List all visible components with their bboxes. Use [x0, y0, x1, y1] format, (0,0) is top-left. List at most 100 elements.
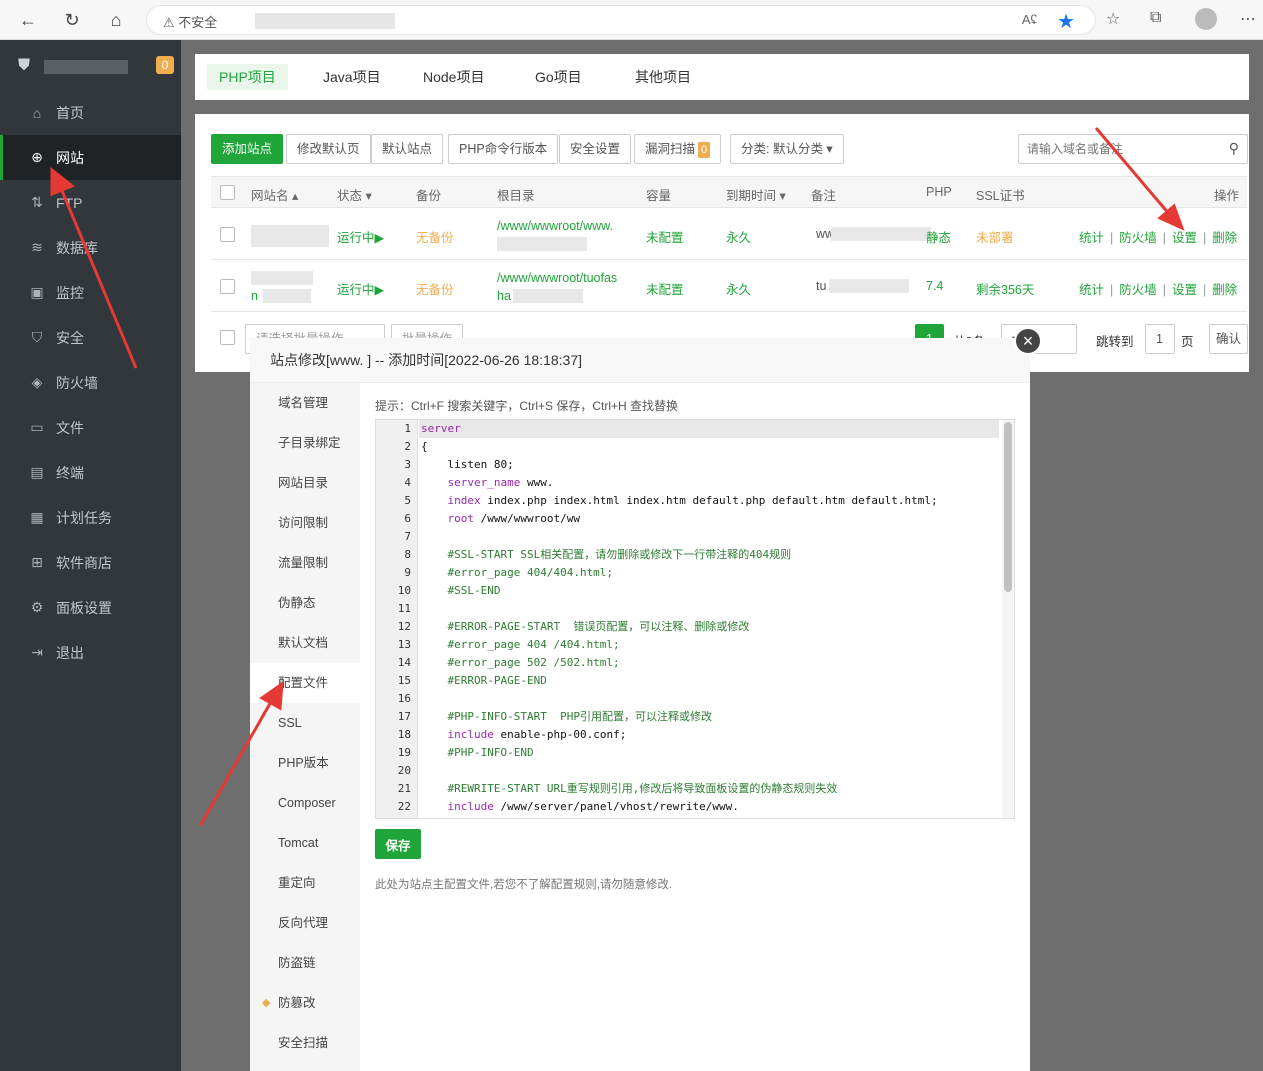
- category-select[interactable]: 分类: 默认分类 ▾: [730, 134, 844, 164]
- collections-icon[interactable]: ⧉: [1150, 9, 1161, 27]
- jump-confirm-button[interactable]: 确认: [1209, 324, 1249, 354]
- sidebar-item-4[interactable]: ▣ 监控: [0, 270, 181, 315]
- root-dir-link-line2[interactable]: ha: [497, 289, 511, 303]
- config-code-editor[interactable]: 1 2 3 4 5 6 7 8 9 10 11 12 13 14 15 16 17 18 19 20 21 22 serv…: [375, 419, 1015, 819]
- code-line[interactable]: server: [419, 420, 999, 438]
- dialog-menu-item-15[interactable]: ◆ 防篡改: [250, 983, 360, 1023]
- more-icon[interactable]: ⋯: [1240, 9, 1256, 29]
- code-line[interactable]: [419, 690, 999, 708]
- tab-other-project[interactable]: 其他项目: [635, 64, 691, 90]
- code-line[interactable]: #error_page 502 /502.html;: [419, 654, 999, 672]
- security-settings-button[interactable]: 安全设置: [559, 134, 632, 164]
- sidebar-item-3[interactable]: ≋ 数据库: [0, 225, 181, 270]
- code-line[interactable]: include enable-php-00.conf;: [419, 726, 999, 744]
- firewall-link[interactable]: 防火墙: [1119, 283, 1157, 297]
- tab-node-project[interactable]: Node项目: [423, 64, 484, 90]
- code-line[interactable]: root /www/wwwroot/ww: [419, 510, 999, 528]
- backup-status[interactable]: 无备份: [416, 227, 454, 246]
- sidebar-item-12[interactable]: ⇥ 退出: [0, 630, 181, 675]
- vuln-scan-button[interactable]: 漏洞扫描 0: [634, 134, 722, 164]
- add-site-button[interactable]: 添加站点: [211, 134, 284, 164]
- dialog-menu-item-3[interactable]: 访问限制: [250, 503, 360, 543]
- status-running[interactable]: 运行中▶: [337, 279, 384, 298]
- code-line[interactable]: #error_page 404 /404.html;: [419, 636, 999, 654]
- favorites-icon[interactable]: ☆: [1106, 9, 1120, 29]
- address-bar[interactable]: ⚠ 不安全 Aʢ ★: [146, 5, 1096, 35]
- read-aloud-icon[interactable]: Aʢ: [1022, 12, 1037, 27]
- default-site-button[interactable]: 默认站点: [371, 134, 444, 164]
- dialog-close-button[interactable]: ×: [1014, 327, 1042, 355]
- dialog-menu-item-0[interactable]: 域名管理: [250, 383, 360, 423]
- profile-avatar[interactable]: [1195, 8, 1217, 30]
- tab-php-project[interactable]: PHP项目: [207, 64, 288, 90]
- site-name-blurred[interactable]: [251, 225, 329, 247]
- insecure-indicator[interactable]: ⚠ 不安全: [163, 12, 217, 31]
- root-dir-link[interactable]: /www/wwwroot/tuofas: [497, 271, 617, 285]
- code-line[interactable]: #SSL-START SSL相关配置，请勿删除或修改下一行带注释的404规则: [419, 546, 999, 564]
- row-checkbox[interactable]: [220, 227, 235, 242]
- favorite-star-icon[interactable]: ★: [1057, 9, 1075, 34]
- sidebar-item-0[interactable]: ⌂ 首页: [0, 90, 181, 135]
- delete-link[interactable]: 删除: [1212, 283, 1237, 297]
- dialog-menu-item-5[interactable]: 伪静态: [250, 583, 360, 623]
- editor-scroll-thumb[interactable]: [1004, 422, 1012, 592]
- dialog-menu-item-2[interactable]: 网站目录: [250, 463, 360, 503]
- code-line[interactable]: {: [419, 438, 999, 456]
- code-line[interactable]: [419, 762, 999, 780]
- modify-default-page-button[interactable]: 修改默认页: [286, 134, 371, 164]
- sidebar-item-7[interactable]: ▭ 文件: [0, 405, 181, 450]
- dialog-menu-item-9[interactable]: PHP版本: [250, 743, 360, 783]
- col-site-name[interactable]: 网站名 ▴: [251, 185, 298, 204]
- code-line[interactable]: #error_page 404/404.html;: [419, 564, 999, 582]
- stats-link[interactable]: 统计: [1079, 231, 1104, 245]
- site-search-input[interactable]: [1019, 135, 1209, 163]
- tab-go-project[interactable]: Go项目: [535, 64, 582, 90]
- firewall-link[interactable]: 防火墙: [1119, 231, 1157, 245]
- col-expire[interactable]: 到期时间 ▾: [726, 185, 786, 204]
- code-line[interactable]: [419, 600, 999, 618]
- batch-select-checkbox[interactable]: [220, 330, 235, 345]
- remark-value[interactable]: tu: [816, 279, 826, 293]
- php-version[interactable]: 静态: [926, 227, 951, 246]
- capacity-value[interactable]: 未配置: [646, 227, 684, 246]
- ssl-status[interactable]: 剩余356天: [976, 279, 1034, 298]
- jump-page-input[interactable]: 1: [1145, 324, 1175, 354]
- settings-link[interactable]: 设置: [1172, 231, 1197, 245]
- dialog-menu-item-6[interactable]: 默认文档: [250, 623, 360, 663]
- save-button[interactable]: 保存: [375, 829, 421, 859]
- delete-link[interactable]: 删除: [1212, 231, 1237, 245]
- ssl-status[interactable]: 未部署: [976, 227, 1014, 246]
- dialog-menu-item-12[interactable]: 重定向: [250, 863, 360, 903]
- settings-link[interactable]: 设置: [1172, 283, 1197, 297]
- code-line[interactable]: [419, 528, 999, 546]
- code-line[interactable]: #PHP-INFO-START PHP引用配置，可以注释或修改: [419, 708, 999, 726]
- sidebar-item-1[interactable]: ⊕ 网站: [0, 135, 181, 180]
- code-line[interactable]: include /www/server/panel/vhost/rewrite/…: [419, 798, 999, 816]
- search-icon[interactable]: ⚲: [1229, 140, 1239, 157]
- stats-link[interactable]: 统计: [1079, 283, 1104, 297]
- col-status[interactable]: 状态 ▾: [337, 185, 372, 204]
- dialog-menu-item-13[interactable]: 反向代理: [250, 903, 360, 943]
- notification-badge[interactable]: 0: [156, 56, 174, 74]
- code-line[interactable]: #ERROR-PAGE-END: [419, 672, 999, 690]
- sidebar-item-5[interactable]: ⛉ 安全: [0, 315, 181, 360]
- dialog-menu-item-16[interactable]: 安全扫描: [250, 1023, 360, 1063]
- php-version[interactable]: 7.4: [926, 279, 943, 293]
- capacity-value[interactable]: 未配置: [646, 279, 684, 298]
- dialog-menu-item-4[interactable]: 流量限制: [250, 543, 360, 583]
- code-line[interactable]: index index.php index.html index.htm def…: [419, 492, 999, 510]
- root-dir-link[interactable]: /www/wwwroot/www.: [497, 219, 613, 233]
- code-line[interactable]: server_name www.: [419, 474, 999, 492]
- back-icon[interactable]: ←: [16, 8, 40, 32]
- code-line[interactable]: #PHP-INFO-END: [419, 744, 999, 762]
- dialog-menu-item-7[interactable]: 配置文件: [250, 663, 360, 703]
- code-content[interactable]: server{ listen 80; server_name www. inde…: [419, 420, 999, 816]
- refresh-icon[interactable]: ↻: [60, 8, 84, 32]
- row-checkbox[interactable]: [220, 279, 235, 294]
- sidebar-item-9[interactable]: ▦ 计划任务: [0, 495, 181, 540]
- tab-java-project[interactable]: Java项目: [323, 64, 381, 90]
- dialog-menu-item-8[interactable]: SSL: [250, 703, 360, 743]
- dialog-menu-item-11[interactable]: Tomcat: [250, 823, 360, 863]
- code-line[interactable]: #SSL-END: [419, 582, 999, 600]
- editor-scrollbar[interactable]: [1002, 420, 1014, 818]
